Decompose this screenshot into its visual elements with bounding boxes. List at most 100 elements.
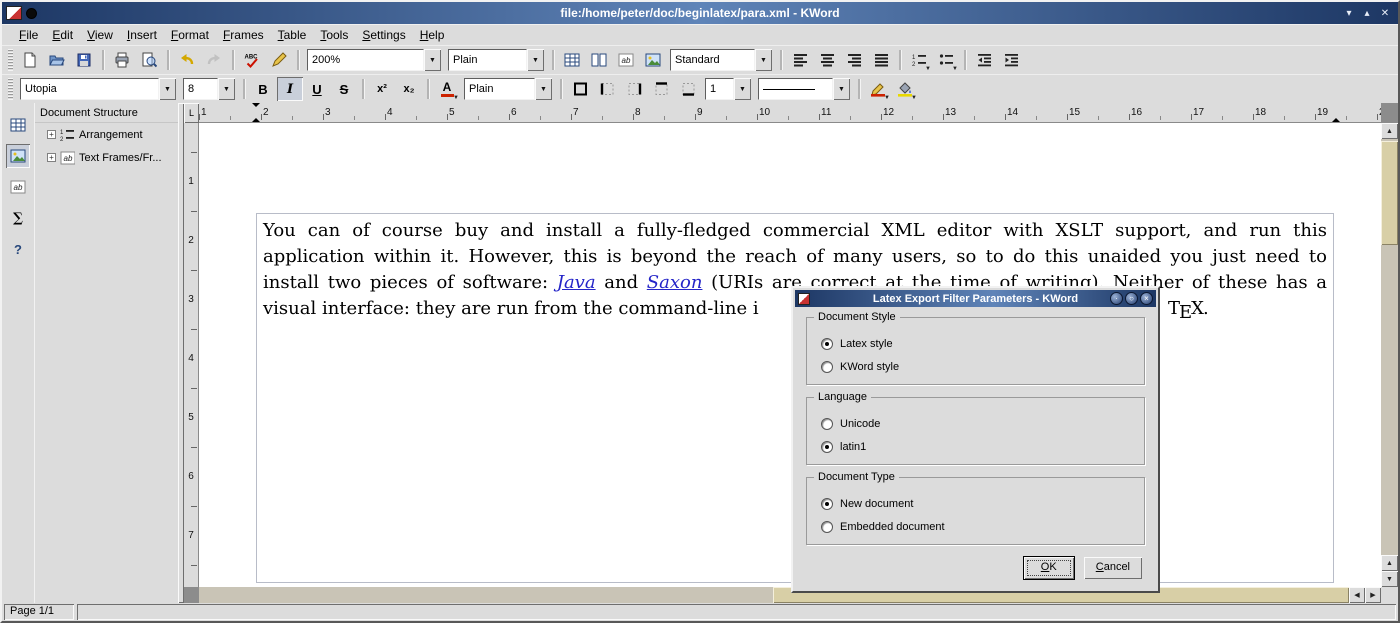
menu-edit[interactable]: Edit	[45, 26, 80, 44]
character-style-combo-dropdown-button[interactable]: ▼	[535, 78, 552, 100]
insert-table-button[interactable]	[559, 48, 585, 72]
vertical-scroll-thumb[interactable]	[1381, 141, 1398, 245]
titlebar[interactable]: file:/home/peter/doc/beginlatex/para.xml…	[2, 2, 1398, 24]
kword-style-radio[interactable]: KWord style	[815, 355, 1136, 378]
underline-button[interactable]: U	[304, 77, 330, 101]
left-indent-marker[interactable]	[252, 103, 260, 111]
sticky-pin-icon[interactable]	[26, 8, 37, 19]
vertical-scroll-track[interactable]	[1381, 139, 1398, 555]
scroll-left-button[interactable]: ◀	[1349, 587, 1365, 603]
horizontal-ruler[interactable]: 1234567891011121314151617181920	[199, 103, 1381, 123]
insert-text-frame-button[interactable]: ab	[613, 48, 639, 72]
font-size-combo-dropdown-button[interactable]: ▼	[218, 78, 235, 100]
align-right-button[interactable]	[841, 48, 867, 72]
align-left-button[interactable]	[787, 48, 813, 72]
unicode-radio-indicator[interactable]	[821, 418, 833, 430]
redo-button[interactable]	[201, 48, 227, 72]
toolbar-handle[interactable]	[8, 49, 13, 71]
open-document-button[interactable]	[44, 48, 70, 72]
style-combo-dropdown-button[interactable]: ▼	[755, 49, 772, 71]
dialog-titlebar[interactable]: Latex Export Filter Parameters - KWord ·…	[795, 290, 1156, 307]
italic-button[interactable]: I	[277, 77, 303, 101]
paragraph-style-combo-dropdown-button[interactable]: ▼	[527, 49, 544, 71]
border-width-combo-dropdown-button[interactable]: ▼	[734, 78, 751, 100]
tool-table-button[interactable]	[6, 113, 30, 137]
border-style-combo[interactable]: ▼	[758, 78, 850, 100]
latex-style-radio-indicator[interactable]	[821, 338, 833, 350]
align-center-button[interactable]	[814, 48, 840, 72]
border-top-button[interactable]	[648, 77, 674, 101]
zoom-combo[interactable]: 200%▼	[307, 49, 441, 71]
bold-button[interactable]: B	[250, 77, 276, 101]
hyperlink-saxon[interactable]: Saxon	[647, 272, 703, 293]
font-family-combo-dropdown-button[interactable]: ▼	[159, 78, 176, 100]
background-color-button[interactable]: ▼	[892, 77, 918, 101]
dialog-close-button[interactable]: ×	[1140, 292, 1153, 305]
border-outline-button[interactable]	[567, 77, 593, 101]
undo-button[interactable]	[174, 48, 200, 72]
tree-item-text-frames-fr-[interactable]: +abText Frames/Fr...	[35, 146, 178, 169]
menu-table[interactable]: Table	[271, 26, 314, 44]
scroll-right-button[interactable]: ▶	[1365, 587, 1381, 603]
latin1-radio-indicator[interactable]	[821, 441, 833, 453]
first-line-indent-marker[interactable]	[252, 114, 260, 122]
tree-expander[interactable]: +	[47, 153, 56, 162]
tool-text-frame-button[interactable]: ab	[6, 175, 30, 199]
insert-columns-button[interactable]	[586, 48, 612, 72]
ok-button[interactable]: OK	[1024, 557, 1074, 579]
border-bottom-button[interactable]	[675, 77, 701, 101]
dialog-minimize-button[interactable]: ·	[1110, 292, 1123, 305]
decrease-indent-button[interactable]	[971, 48, 997, 72]
cancel-button[interactable]: Cancel	[1084, 557, 1142, 579]
font-size-combo[interactable]: 8▼	[183, 78, 235, 100]
menu-file[interactable]: File	[12, 26, 45, 44]
increase-indent-button[interactable]	[998, 48, 1024, 72]
bullet-list-button[interactable]: ▼	[933, 48, 959, 72]
border-width-combo[interactable]: 1▼	[705, 78, 751, 100]
horizontal-scroll-track[interactable]	[199, 587, 1349, 603]
numbered-list-button[interactable]: 12▼	[906, 48, 932, 72]
latin1-radio[interactable]: latin1	[815, 435, 1136, 458]
new-document-radio[interactable]: New document	[815, 492, 1136, 515]
style-combo[interactable]: Standard▼	[670, 49, 772, 71]
align-justify-button[interactable]	[868, 48, 894, 72]
new-document-button[interactable]	[17, 48, 43, 72]
scroll-up-button-2[interactable]: ▲	[1381, 555, 1398, 571]
document-canvas[interactable]: You can of course buy and install a full…	[199, 123, 1381, 587]
embedded-document-radio-indicator[interactable]	[821, 521, 833, 533]
border-color-button[interactable]: ▼	[865, 77, 891, 101]
horizontal-scrollbar[interactable]: ◀ ▶	[199, 587, 1381, 603]
tool-picture-button[interactable]	[6, 144, 30, 168]
close-button[interactable]: ✕	[1376, 5, 1394, 21]
tree-expander[interactable]: +	[47, 130, 56, 139]
print-preview-button[interactable]	[136, 48, 162, 72]
vertical-ruler[interactable]: 12345678	[184, 123, 199, 587]
border-left-button[interactable]	[594, 77, 620, 101]
menu-view[interactable]: View	[80, 26, 120, 44]
font-family-combo[interactable]: Utopia▼	[20, 78, 176, 100]
hyperlink-java[interactable]: Java	[557, 272, 596, 293]
font-color-button[interactable]: A▼	[434, 77, 460, 101]
autoformat-button[interactable]	[266, 48, 292, 72]
border-style-combo-dropdown-button[interactable]: ▼	[833, 78, 850, 100]
paragraph-style-combo[interactable]: Plain▼	[448, 49, 544, 71]
spellcheck-button[interactable]: ABC	[239, 48, 265, 72]
zoom-combo-dropdown-button[interactable]: ▼	[424, 49, 441, 71]
embedded-document-radio[interactable]: Embedded document	[815, 515, 1136, 538]
dialog-maximize-button[interactable]: ○	[1125, 292, 1138, 305]
menu-tools[interactable]: Tools	[313, 26, 355, 44]
kword-style-radio-indicator[interactable]	[821, 361, 833, 373]
character-style-combo[interactable]: Plain▼	[464, 78, 552, 100]
menu-format[interactable]: Format	[164, 26, 216, 44]
tool-help-button[interactable]: ?	[6, 237, 30, 261]
scroll-up-button[interactable]: ▲	[1381, 123, 1398, 139]
tab-selector-button[interactable]: L	[184, 103, 199, 123]
minimize-button[interactable]: ▾	[1340, 5, 1358, 21]
border-right-button[interactable]	[621, 77, 647, 101]
superscript-button[interactable]: x²	[369, 77, 395, 101]
print-button[interactable]	[109, 48, 135, 72]
strikethrough-button[interactable]: S	[331, 77, 357, 101]
unicode-radio[interactable]: Unicode	[815, 412, 1136, 435]
menu-settings[interactable]: Settings	[355, 26, 412, 44]
toolbar-handle[interactable]	[8, 78, 13, 100]
